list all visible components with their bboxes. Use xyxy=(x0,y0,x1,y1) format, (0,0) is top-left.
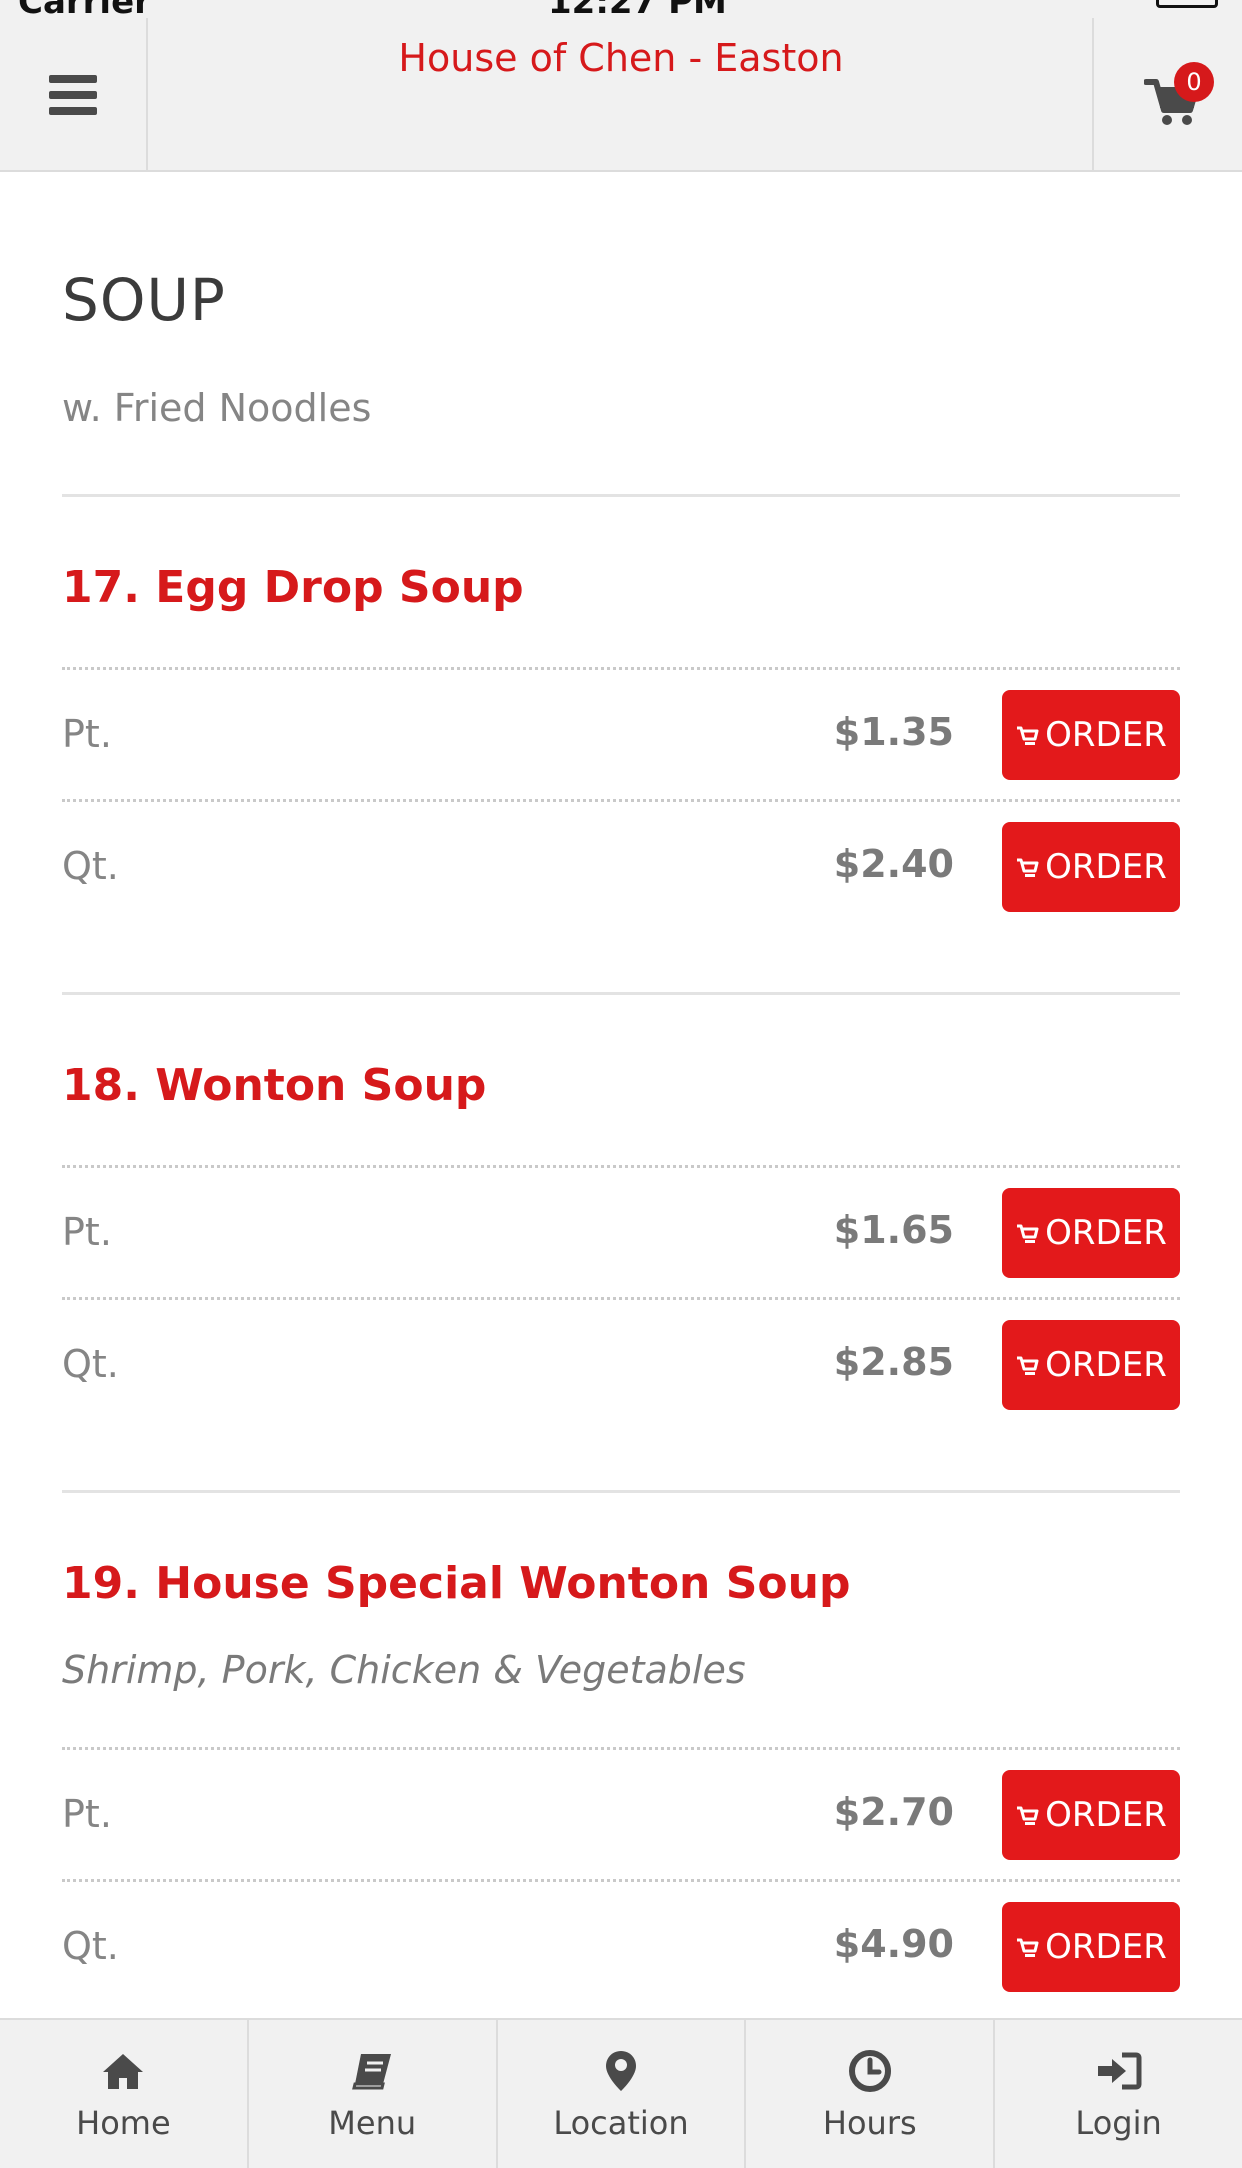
order-button[interactable]: ORDER xyxy=(1002,822,1180,912)
cart-icon xyxy=(1017,726,1039,745)
order-button-label: ORDER xyxy=(1045,715,1167,755)
nav-menu[interactable]: Menu xyxy=(249,2020,498,2168)
section-divider xyxy=(62,494,1180,497)
menu-item-title: 19. House Special Wonton Soup xyxy=(62,1558,851,1609)
nav-location-label: Location xyxy=(553,2104,689,2142)
price-row: Qt. $4.90 ORDER xyxy=(62,1902,1180,1992)
cart-icon xyxy=(1017,1806,1039,1825)
bottom-nav: Home Menu Location Hours Login xyxy=(0,2018,1242,2168)
category-description: w. Fried Noodles xyxy=(62,386,372,430)
order-button[interactable]: ORDER xyxy=(1002,1902,1180,1992)
price-value: $2.85 xyxy=(833,1340,954,1384)
cart-icon xyxy=(1017,1938,1039,1957)
menu-item-title: 17. Egg Drop Soup xyxy=(62,562,524,613)
menu-item-description: Shrimp, Pork, Chicken & Vegetables xyxy=(62,1648,746,1692)
home-icon xyxy=(100,2048,146,2094)
order-button-label: ORDER xyxy=(1045,1345,1167,1385)
price-row: Pt. $2.70 ORDER xyxy=(62,1770,1180,1860)
nav-home-label: Home xyxy=(76,2104,171,2142)
dotted-divider xyxy=(62,667,1180,670)
order-button[interactable]: ORDER xyxy=(1002,690,1180,780)
app-header: House of Chen - Easton 0 xyxy=(0,0,1242,172)
nav-login-label: Login xyxy=(1075,2104,1162,2142)
clock-icon xyxy=(847,2048,893,2094)
map-marker-icon xyxy=(598,2048,644,2094)
size-label: Pt. xyxy=(62,1210,112,1254)
book-icon xyxy=(349,2048,395,2094)
nav-home[interactable]: Home xyxy=(0,2020,249,2168)
dotted-divider xyxy=(62,1747,1180,1750)
battery-icon xyxy=(1156,0,1218,8)
price-value: $2.40 xyxy=(833,842,954,886)
status-bar: Carrier 12:27 PM xyxy=(0,0,1242,14)
dotted-divider xyxy=(62,1879,1180,1882)
price-row: Pt. $1.65 ORDER xyxy=(62,1188,1180,1278)
size-label: Qt. xyxy=(62,1342,119,1386)
order-button-label: ORDER xyxy=(1045,1213,1167,1253)
menu-toggle-button[interactable] xyxy=(0,18,148,172)
status-time: 12:27 PM xyxy=(548,0,727,14)
cart-icon xyxy=(1017,858,1039,877)
cart-icon xyxy=(1017,1224,1039,1243)
order-button-label: ORDER xyxy=(1045,847,1167,887)
sign-in-icon xyxy=(1096,2048,1142,2094)
dotted-divider xyxy=(62,1297,1180,1300)
dotted-divider xyxy=(62,799,1180,802)
order-button[interactable]: ORDER xyxy=(1002,1770,1180,1860)
price-value: $2.70 xyxy=(833,1790,954,1834)
dotted-divider xyxy=(62,1165,1180,1168)
size-label: Pt. xyxy=(62,712,112,756)
price-value: $1.35 xyxy=(833,710,954,754)
price-value: $1.65 xyxy=(833,1208,954,1252)
order-button-label: ORDER xyxy=(1045,1927,1167,1967)
hamburger-icon xyxy=(49,75,97,115)
section-divider xyxy=(62,1490,1180,1493)
status-carrier: Carrier xyxy=(18,0,151,14)
size-label: Pt. xyxy=(62,1792,112,1836)
size-label: Qt. xyxy=(62,844,119,888)
nav-menu-label: Menu xyxy=(328,2104,417,2142)
price-row: Pt. $1.35 ORDER xyxy=(62,690,1180,780)
restaurant-title[interactable]: House of Chen - Easton xyxy=(150,36,1092,80)
category-title: SOUP xyxy=(62,266,226,334)
size-label: Qt. xyxy=(62,1924,119,1968)
section-divider xyxy=(62,992,1180,995)
menu-item-title: 18. Wonton Soup xyxy=(62,1060,487,1111)
price-row: Qt. $2.40 ORDER xyxy=(62,822,1180,912)
nav-hours-label: Hours xyxy=(822,2104,917,2142)
price-value: $4.90 xyxy=(833,1922,954,1966)
nav-hours[interactable]: Hours xyxy=(746,2020,996,2168)
price-row: Qt. $2.85 ORDER xyxy=(62,1320,1180,1410)
cart-count-badge: 0 xyxy=(1174,62,1214,102)
order-button[interactable]: ORDER xyxy=(1002,1320,1180,1410)
order-button-label: ORDER xyxy=(1045,1795,1167,1835)
order-button[interactable]: ORDER xyxy=(1002,1188,1180,1278)
cart-icon xyxy=(1017,1356,1039,1375)
nav-login[interactable]: Login xyxy=(995,2020,1242,2168)
nav-location[interactable]: Location xyxy=(498,2020,747,2168)
cart-button[interactable]: 0 xyxy=(1092,18,1242,172)
